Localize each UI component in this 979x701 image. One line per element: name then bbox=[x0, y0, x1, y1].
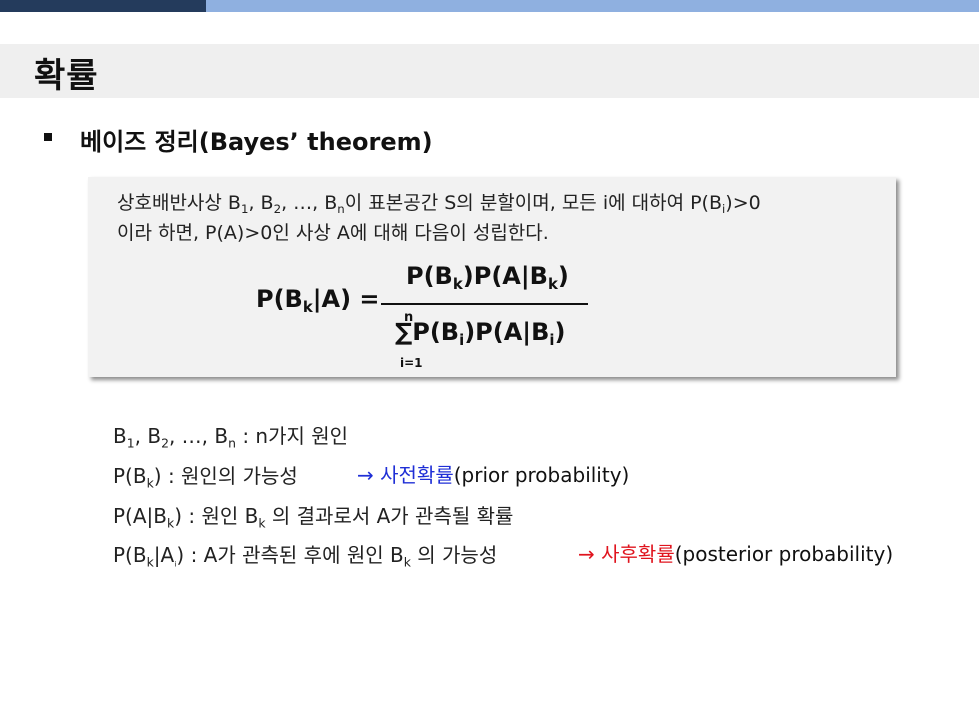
right-arrow-icon: → bbox=[578, 542, 595, 566]
theorem-statement-line-1: 상호배반사상 B1, B2, …, Bn이 표본공간 S의 분할이며, 모든 i… bbox=[117, 192, 761, 217]
theorem-statement-line-2: 이라 하면, P(A)>0인 사상 A에 대해 다음이 성립한다. bbox=[117, 222, 549, 244]
slide-title: 확률 bbox=[34, 56, 99, 96]
prior-probability-note: → 사전확률(prior probability) bbox=[357, 463, 630, 487]
definition-causes: B1, B2, …, Bn : n가지 원인 bbox=[113, 424, 349, 451]
definition-likelihood: P(A|Bk) : 원인 Bk 의 결과로서 A가 관측될 확률 bbox=[113, 504, 514, 531]
formula-lhs: P(Bk|A) = bbox=[256, 285, 380, 317]
title-band bbox=[0, 44, 979, 98]
posterior-probability-note: → 사후확률(posterior probability) bbox=[578, 542, 894, 566]
right-arrow-icon: → bbox=[357, 463, 374, 487]
fraction-bar bbox=[381, 303, 588, 305]
bullet-square-icon bbox=[44, 133, 52, 141]
sigma-icon: ∑ bbox=[395, 318, 413, 346]
formula-denominator: ∑P(Bi)P(A|Bi) bbox=[395, 318, 566, 350]
formula-numerator: P(Bk)P(A|Bk) bbox=[406, 262, 569, 294]
header-bar-light bbox=[206, 0, 979, 12]
header-bar-dark bbox=[0, 0, 206, 12]
definition-posterior: P(Bk|Aᵢ) : A가 관측된 후에 원인 Bk 의 가능성 bbox=[113, 543, 498, 570]
sum-lower-limit: i=1 bbox=[400, 356, 423, 370]
section-heading: 베이즈 정리(Bayes’ theorem) bbox=[80, 128, 433, 156]
definition-prior: P(Bk) : 원인의 가능성 bbox=[113, 464, 298, 491]
